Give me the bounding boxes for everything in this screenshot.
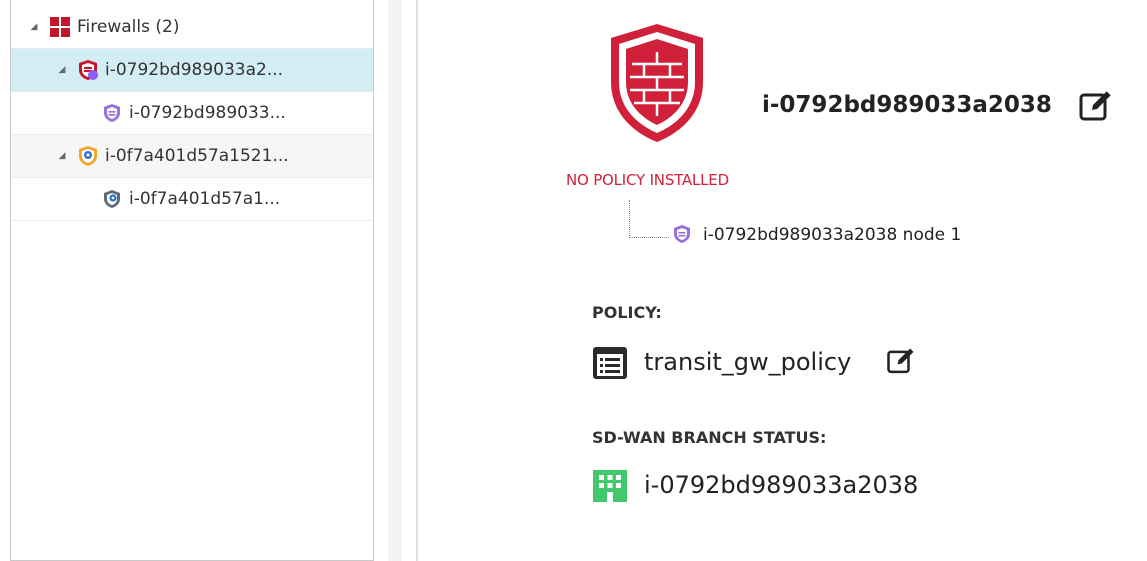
shield-gateway-icon bbox=[77, 145, 99, 167]
tree-row-gateway-2[interactable]: ◢ i-0f7a401d57a1521... bbox=[11, 135, 373, 178]
sdwan-branch-link[interactable]: i-0792bd989033a2038 bbox=[644, 471, 918, 499]
policy-heading: POLICY: bbox=[592, 303, 662, 322]
firewall-grid-icon bbox=[49, 16, 71, 38]
tree-connector bbox=[629, 200, 669, 238]
gateway-name: i-0792bd989033a2038 bbox=[762, 92, 1052, 118]
tree-label-gateway-2-node: i-0f7a401d57a1... bbox=[129, 189, 281, 209]
tree-row-gateway-2-node[interactable]: i-0f7a401d57a1... bbox=[11, 178, 373, 221]
tree-row-firewalls[interactable]: ◢ Firewalls (2) bbox=[11, 6, 373, 49]
edit-policy-icon[interactable] bbox=[886, 346, 916, 376]
object-tree-panel: ◢ Firewalls (2) ◢ i-0792bd989033a2... i-… bbox=[10, 0, 374, 561]
collapse-caret-icon[interactable]: ◢ bbox=[55, 151, 69, 161]
gateway-node-icon bbox=[101, 188, 123, 210]
collapse-caret-icon[interactable]: ◢ bbox=[55, 65, 69, 75]
policy-status-label: NO POLICY INSTALLED bbox=[566, 171, 729, 189]
edit-gateway-icon[interactable] bbox=[1078, 88, 1114, 124]
tree-label-gateway-2: i-0f7a401d57a1521... bbox=[105, 146, 289, 166]
app-root: ◢ Firewalls (2) ◢ i-0792bd989033a2... i-… bbox=[0, 0, 1147, 561]
shield-firewall-icon bbox=[77, 59, 99, 81]
branch-building-icon bbox=[592, 469, 628, 503]
firewall-shield-icon bbox=[608, 22, 706, 144]
tree-label-firewalls: Firewalls (2) bbox=[77, 17, 180, 37]
cluster-member-link[interactable]: i-0792bd989033a2038 node 1 bbox=[703, 225, 961, 245]
tree-label-gateway-1-member: i-0792bd989033... bbox=[129, 103, 286, 123]
tree-label-gateway-1: i-0792bd989033a2... bbox=[105, 60, 284, 80]
cluster-member-icon bbox=[101, 102, 123, 124]
sdwan-status-heading: SD-WAN BRANCH STATUS: bbox=[592, 428, 827, 447]
panel-splitter[interactable] bbox=[388, 0, 402, 561]
cluster-member-icon bbox=[671, 223, 693, 245]
collapse-caret-icon[interactable]: ◢ bbox=[27, 22, 41, 32]
tree-row-gateway-1-member[interactable]: i-0792bd989033... bbox=[11, 92, 373, 135]
policy-icon bbox=[592, 346, 628, 380]
tree-row-gateway-1[interactable]: ◢ i-0792bd989033a2... bbox=[11, 49, 373, 92]
policy-name-link[interactable]: transit_gw_policy bbox=[644, 348, 851, 376]
